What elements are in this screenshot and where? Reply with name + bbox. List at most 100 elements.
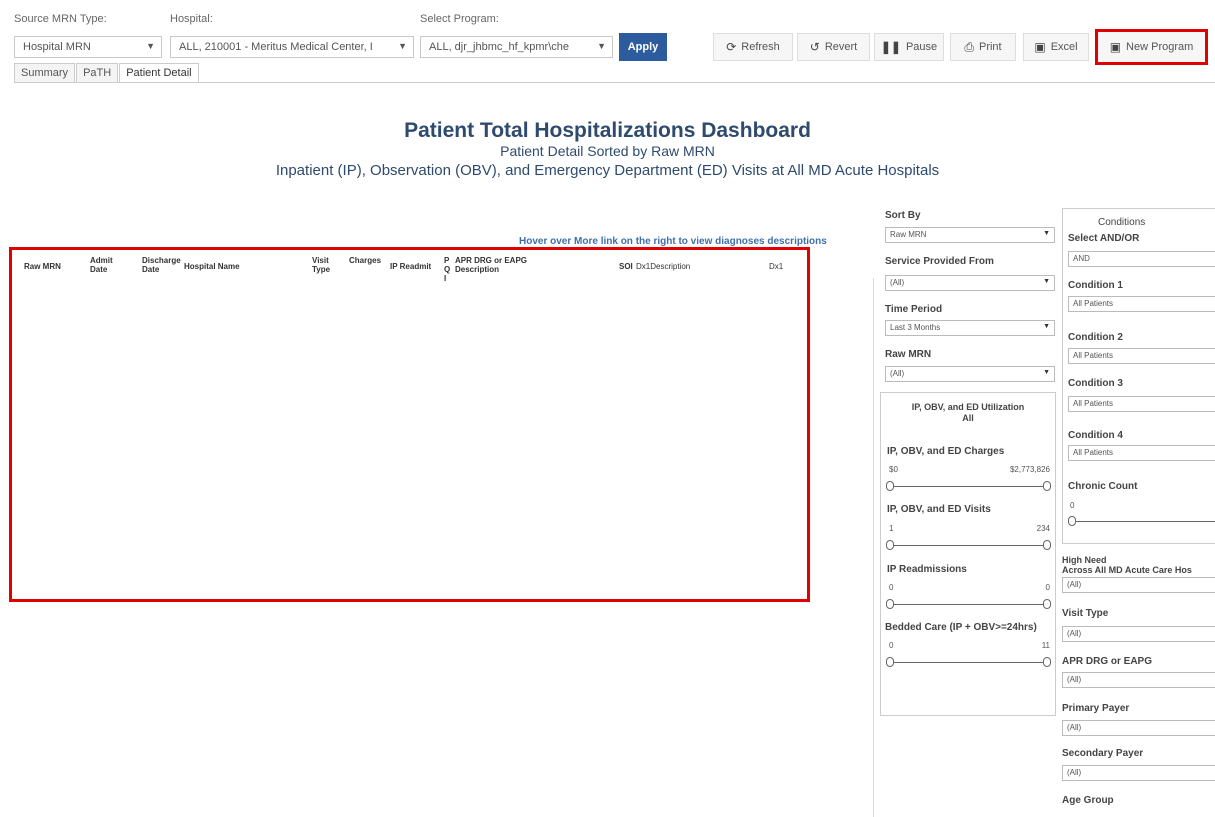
- andor-value: AND: [1073, 254, 1090, 263]
- service-provided-label: Service Provided From: [885, 256, 994, 267]
- tab-summary[interactable]: Summary: [14, 63, 76, 82]
- readmissions-slider-min-handle[interactable]: [886, 599, 894, 609]
- hover-note: Hover over More link on the right to vie…: [519, 236, 827, 247]
- raw-mrn-select[interactable]: (All) ▼: [885, 366, 1055, 382]
- chronic-slider-min-handle[interactable]: [1068, 516, 1076, 526]
- high-need-value: (All): [1067, 580, 1082, 589]
- charges-max: $2,773,826: [1009, 465, 1050, 474]
- chevron-down-icon: ▼: [398, 41, 407, 51]
- chevron-down-icon: ▼: [1043, 278, 1050, 285]
- secondary-payer-label: Secondary Payer: [1062, 748, 1144, 759]
- col-visit-type[interactable]: Visit Type: [312, 256, 334, 274]
- select-program-label: Select Program:: [420, 13, 499, 25]
- charges-slider-min-handle[interactable]: [886, 481, 894, 491]
- col-discharge-date[interactable]: Discharge Date: [142, 256, 181, 274]
- visits-slider-max-handle[interactable]: [1043, 540, 1051, 550]
- source-mrn-type-value: Hospital MRN: [23, 41, 91, 53]
- time-period-label: Time Period: [885, 304, 943, 315]
- page-subtitle: Patient Detail Sorted by Raw MRN: [500, 143, 715, 159]
- condition-2-select[interactable]: All Patients: [1068, 348, 1215, 364]
- secondary-payer-select[interactable]: (All): [1062, 765, 1215, 781]
- apr-drg-select[interactable]: (All): [1062, 672, 1215, 688]
- page-title: Patient Total Hospitalizations Dashboard: [404, 119, 811, 142]
- sort-by-select[interactable]: Raw MRN ▼: [885, 227, 1055, 243]
- apply-button[interactable]: Apply: [619, 33, 667, 61]
- visit-type-label: Visit Type: [1062, 608, 1109, 619]
- col-soi[interactable]: SOI: [619, 262, 633, 271]
- program-value: ALL, djr_jhbmc_hf_kpmr\che: [429, 41, 570, 53]
- new-program-label: New Program: [1126, 41, 1194, 53]
- col-dx1-description[interactable]: Dx1Description: [636, 262, 690, 271]
- visits-min: 1: [889, 524, 894, 533]
- source-mrn-type-select[interactable]: Hospital MRN ▼: [14, 36, 162, 58]
- refresh-label: Refresh: [741, 41, 780, 53]
- bedded-slider-track: [890, 662, 1048, 663]
- revert-icon: ↺: [809, 40, 820, 54]
- col-dx1[interactable]: Dx1: [769, 262, 783, 271]
- col-hospital-name[interactable]: Hospital Name: [184, 262, 240, 271]
- apr-drg-value: (All): [1067, 675, 1082, 684]
- hospital-select[interactable]: ALL, 210001 - Meritus Medical Center, I …: [170, 36, 414, 58]
- visits-max: 234: [1036, 524, 1050, 533]
- condition-4-select[interactable]: All Patients: [1068, 445, 1215, 461]
- utilization-subtitle: All: [962, 413, 974, 423]
- age-group-label: Age Group: [1062, 795, 1114, 806]
- utilization-title: IP, OBV, and ED Utilization: [911, 402, 1025, 412]
- condition-3-select[interactable]: All Patients: [1068, 396, 1215, 412]
- chevron-down-icon: ▼: [1043, 230, 1050, 237]
- excel-icon: ▣: [1034, 40, 1046, 54]
- print-button[interactable]: ⎙ Print: [950, 33, 1016, 61]
- col-apr-drg[interactable]: APR DRG or EAPG Description: [455, 256, 565, 274]
- readmissions-slider-max-handle[interactable]: [1043, 599, 1051, 609]
- secondary-payer-value: (All): [1067, 768, 1082, 777]
- chevron-down-icon: ▼: [597, 41, 606, 51]
- revert-button[interactable]: ↺ Revert: [797, 33, 870, 61]
- condition-1-label: Condition 1: [1068, 280, 1123, 291]
- condition-3-value: All Patients: [1073, 399, 1114, 408]
- high-need-select[interactable]: (All): [1062, 577, 1215, 593]
- condition-4-label: Condition 4: [1068, 430, 1123, 441]
- service-provided-select[interactable]: (All) ▼: [885, 275, 1055, 291]
- visits-slider-track: [890, 545, 1048, 546]
- visits-slider-min-handle[interactable]: [886, 540, 894, 550]
- condition-2-label: Condition 2: [1068, 332, 1123, 343]
- col-ip-readmit[interactable]: IP Readmit: [390, 262, 431, 271]
- readmissions-slider-track: [890, 604, 1048, 605]
- andor-select[interactable]: AND: [1068, 251, 1215, 267]
- bedded-max: 11: [1041, 641, 1050, 650]
- new-program-button[interactable]: ▣ New Program: [1095, 29, 1208, 65]
- time-period-value: Last 3 Months: [890, 323, 941, 332]
- primary-payer-label: Primary Payer: [1062, 703, 1130, 714]
- conditions-title: Conditions: [1098, 217, 1146, 228]
- service-provided-value: (All): [890, 278, 905, 287]
- excel-button[interactable]: ▣ Excel: [1023, 33, 1089, 61]
- bedded-slider-max-handle[interactable]: [1043, 657, 1051, 667]
- apr-drg-label: APR DRG or EAPG: [1062, 656, 1153, 667]
- col-raw-mrn[interactable]: Raw MRN: [24, 262, 61, 271]
- primary-payer-select[interactable]: (All): [1062, 720, 1215, 736]
- time-period-select[interactable]: Last 3 Months ▼: [885, 320, 1055, 336]
- condition-1-select[interactable]: All Patients: [1068, 296, 1215, 312]
- charges-slider-max-handle[interactable]: [1043, 481, 1051, 491]
- pause-button[interactable]: ❚❚ Pause: [874, 33, 944, 61]
- col-charges[interactable]: Charges: [349, 256, 383, 265]
- bedded-slider-min-handle[interactable]: [886, 657, 894, 667]
- tab-patient-detail[interactable]: Patient Detail: [119, 63, 199, 82]
- program-select[interactable]: ALL, djr_jhbmc_hf_kpmr\che ▼: [420, 36, 613, 58]
- page-subtitle-scope: Inpatient (IP), Observation (OBV), and E…: [275, 162, 940, 179]
- chevron-down-icon: ▼: [146, 41, 155, 51]
- ip-readmissions-label: IP Readmissions: [887, 564, 967, 575]
- col-admit-date[interactable]: Admit Date: [90, 256, 116, 274]
- readmissions-min: 0: [889, 583, 894, 592]
- utilization-panel: [880, 392, 1056, 716]
- visit-type-value: (All): [1067, 629, 1082, 638]
- tab-path[interactable]: PaTH: [76, 63, 119, 82]
- condition-3-label: Condition 3: [1068, 378, 1123, 389]
- chevron-down-icon: ▼: [1043, 323, 1050, 330]
- tab-bar: Summary PaTH Patient Detail: [14, 63, 200, 82]
- col-pqi[interactable]: PQI: [444, 256, 452, 283]
- visit-type-select[interactable]: (All): [1062, 626, 1215, 642]
- refresh-button[interactable]: ⟳ Refresh: [713, 33, 793, 61]
- chronic-count-label: Chronic Count: [1068, 481, 1138, 492]
- raw-mrn-label: Raw MRN: [885, 349, 932, 360]
